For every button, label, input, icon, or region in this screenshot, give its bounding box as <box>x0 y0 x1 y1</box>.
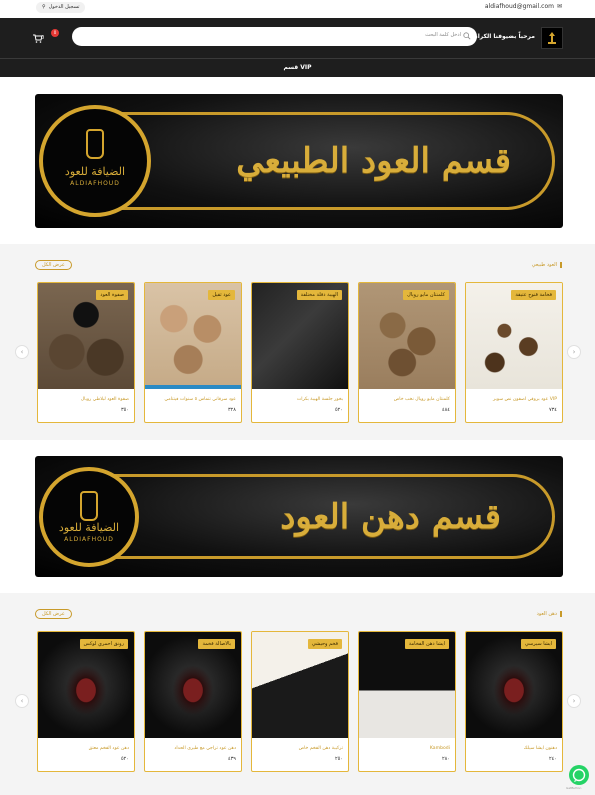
product-name[interactable]: عود سرقاني تنماس ٥ سنوات فيتنامي <box>164 397 236 402</box>
product-name[interactable]: بخور جلسة الهيبة بكرات <box>297 397 343 402</box>
carousel-prev-arrow[interactable]: ‹ <box>15 694 29 708</box>
banner-oud-oil[interactable]: الضيافة للعود ALDIAFHOUD قسم دهن العود <box>35 456 563 577</box>
login-label: تسجيل الدخول <box>48 4 80 10</box>
site-logo[interactable] <box>541 27 563 49</box>
section-title: العود طبيعي <box>532 262 562 268</box>
logo-icon <box>548 32 556 44</box>
product-name[interactable]: كلمنتان مايو رويال نخب خاص <box>394 397 450 402</box>
product-price: ٥٢٠ <box>334 407 343 413</box>
product-name[interactable]: دهنون ايشا سيلك <box>524 746 557 751</box>
product-name[interactable]: تركيبة دهن الفخم خاص <box>299 746 343 751</box>
carousel-prev-arrow[interactable]: ‹ <box>15 345 29 359</box>
product-price: ٢٥٠ <box>334 756 343 762</box>
carousel-next-arrow[interactable]: › <box>567 345 581 359</box>
product-price: ٣٢٨ <box>227 407 236 413</box>
mail-icon: ✉ <box>556 3 562 10</box>
nav-item-vip[interactable]: قسم VIP <box>0 64 595 71</box>
cart-amount: 0 <box>41 35 45 41</box>
product-card[interactable]: بالاصالة فخمة دهن عود تراجي مع طيري الحدا… <box>144 631 242 772</box>
product-card[interactable]: صفوة العود صفوة العود لبلاطي رويال ٣٥٠ <box>37 282 135 423</box>
product-badge: عود ثقيل <box>208 290 235 300</box>
banner-title: قسم دهن العود <box>280 496 501 537</box>
contact-email[interactable]: aldiafhoud@gmail.com ✉ <box>485 3 562 10</box>
banner-title: قسم العود الطبيعي <box>236 141 511 181</box>
section-natural-oud: العود طبيعي عرض الكل ‹ › فخامة قنوح عتيق… <box>0 244 595 440</box>
product-card[interactable]: عود ثقيل عود سرقاني تنماس ٥ سنوات فيتنامي… <box>144 282 242 423</box>
product-price: ٤٣٩ <box>227 756 236 762</box>
section-oud-oil: دهن العود عرض الكل ‹ › ايشا سيرسي دهنون ا… <box>0 593 595 795</box>
product-price: ٣٥٠ <box>120 407 129 413</box>
top-bar: ⚲ تسجيل الدخول aldiafhoud@gmail.com ✉ <box>0 0 595 16</box>
login-button[interactable]: ⚲ تسجيل الدخول <box>36 2 86 13</box>
logo-english: ALDIAFHOUD <box>64 535 114 543</box>
whatsapp-button[interactable] <box>569 765 589 785</box>
main-nav: قسم VIP <box>0 58 595 77</box>
product-price: ٢٨٠ <box>441 756 450 762</box>
banner-natural-oud[interactable]: الضيافة للعود ALDIAFHOUD قسم العود الطبي… <box>35 94 563 228</box>
product-card[interactable]: فخم وحيشي تركيبة دهن الفخم خاص ٢٥٠ <box>251 631 349 772</box>
user-icon: ⚲ <box>42 4 46 10</box>
product-price: ٤٨٤ <box>441 407 450 413</box>
section-title: دهن العود <box>537 611 562 617</box>
logo-english: ALDIAFHOUD <box>70 180 120 187</box>
view-all-button[interactable]: عرض الكل <box>35 609 72 619</box>
product-card[interactable]: الهيبة دفلة مختلفة بخور جلسة الهيبة بكرات… <box>251 282 349 423</box>
view-all-button[interactable]: عرض الكل <box>35 260 72 270</box>
product-badge: الهيبة دفلة مختلفة <box>296 290 342 300</box>
whatsapp-icon <box>572 768 586 782</box>
product-badge: فخم وحيشي <box>307 639 342 649</box>
product-name[interactable]: Kambodi <box>430 746 450 751</box>
product-badge: بالاصالة فخمة <box>198 639 235 649</box>
product-badge: ايشا سيرسي <box>520 639 556 649</box>
welcome-text: مرحباً بضيوفنا الكرام <box>473 33 535 40</box>
product-card[interactable]: ايشا سيرسي دهنون ايشا سيلك ٢٤٠ <box>465 631 563 772</box>
product-card[interactable]: فخامة قنوح عتيقة عود بروقي اصفون نص سوبر … <box>465 282 563 423</box>
product-badge: فخامة قنوح عتيقة <box>511 290 556 300</box>
site-header: مرحباً بضيوفنا الكرام ادخل كلمة البحث 0 … <box>0 18 595 58</box>
product-price: ٢٤٠ <box>548 756 557 762</box>
perfume-bottle-icon <box>80 490 98 521</box>
cart-button[interactable]: 0 0 <box>33 29 59 46</box>
search-icon[interactable] <box>463 32 471 40</box>
whatsapp-label: GetButton <box>566 786 582 790</box>
perfume-bottle-icon <box>86 129 104 159</box>
product-badge: صفوة العود <box>96 290 128 300</box>
product-card[interactable]: كلمنتان مايو رويال كلمنتان مايو رويال نخب… <box>358 282 456 423</box>
cart-count-badge: 0 <box>51 29 59 37</box>
product-name[interactable]: دهن عود الفخم معتق <box>89 746 129 751</box>
product-badge: كلمنتان مايو رويال <box>403 290 449 300</box>
carousel-next-arrow[interactable]: › <box>567 694 581 708</box>
product-card[interactable]: رونق احمري لوكس دهن عود الفخم معتق ٥٢٠ <box>37 631 135 772</box>
product-price: ٧٣٤ <box>548 407 557 413</box>
logo-arabic: الضيافة للعود <box>58 520 120 534</box>
brand-logo-circle: الضيافة للعود ALDIAFHOUD <box>39 105 151 217</box>
product-name[interactable]: صفوة العود لبلاطي رويال <box>81 397 129 402</box>
logo-arabic: الضيافة للعود <box>64 165 126 178</box>
brand-logo-circle: الضيافة للعود ALDIAFHOUD <box>39 466 139 567</box>
product-card[interactable]: ايشا دهن الفخامة Kambodi ٢٨٠ <box>358 631 456 772</box>
product-name[interactable]: دهن عود تراجي مع طيري الحداد <box>174 746 236 751</box>
product-name[interactable]: عود بروقي اصفون نص سوبر VIP <box>493 397 557 402</box>
email-text: aldiafhoud@gmail.com <box>484 3 554 10</box>
product-badge: ايشا دهن الفخامة <box>404 639 449 649</box>
search-placeholder: ادخل كلمة البحث <box>425 32 461 38</box>
product-badge: رونق احمري لوكس <box>79 639 128 649</box>
product-price: ٥٢٠ <box>120 756 129 762</box>
search-input[interactable]: ادخل كلمة البحث <box>72 27 477 46</box>
